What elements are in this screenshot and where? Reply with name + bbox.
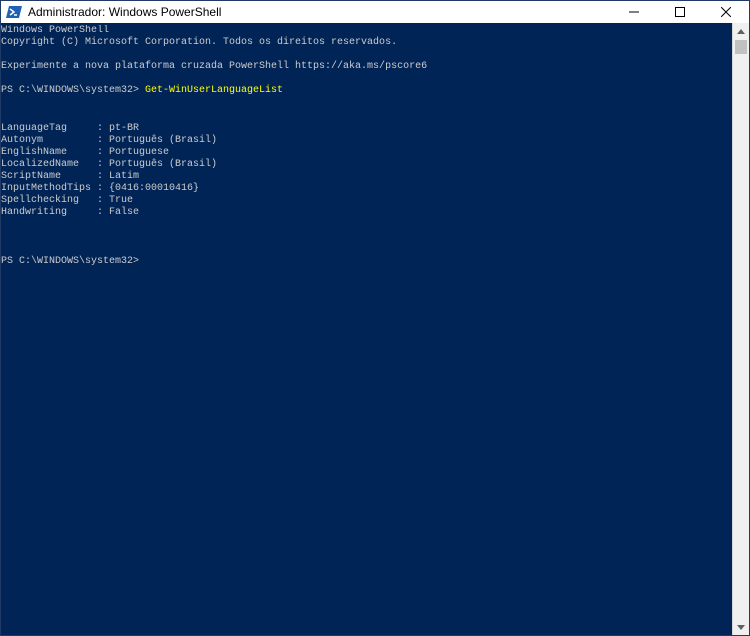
chevron-up-icon	[737, 28, 745, 34]
output-line: Handwriting : False	[1, 207, 139, 219]
output-key: LocalizedName	[1, 159, 98, 170]
output-value: : True	[97, 195, 134, 206]
output-line: Autonym : Português (Brasil)	[1, 135, 217, 147]
output-value: : Latim	[97, 171, 140, 182]
output-line: LanguageTag : pt-BR	[1, 123, 139, 135]
minimize-button[interactable]	[611, 1, 657, 23]
close-button[interactable]	[703, 1, 749, 23]
output-value: : pt-BR	[97, 123, 140, 134]
console-copyright-line: Copyright (C) Microsoft Corporation. Tod…	[1, 37, 398, 48]
chevron-down-icon	[737, 624, 745, 630]
close-icon	[721, 7, 731, 17]
maximize-button[interactable]	[657, 1, 703, 23]
vertical-scrollbar[interactable]	[732, 23, 749, 635]
minimize-icon	[629, 11, 639, 13]
output-value: : Português (Brasil)	[97, 135, 218, 146]
console-info-line: Experimente a nova plataforma cruzada Po…	[1, 61, 428, 72]
scroll-up-button[interactable]	[733, 23, 749, 39]
scroll-down-button[interactable]	[733, 619, 749, 635]
output-key: Spellchecking	[1, 195, 98, 206]
command-line: PS C:\WINDOWS\system32> Get-WinUserLangu…	[1, 85, 283, 97]
output-value: : Portuguese	[97, 147, 170, 158]
window-controls	[611, 1, 749, 23]
output-key: Handwriting	[1, 207, 98, 218]
output-value: : False	[97, 207, 140, 218]
output-line: InputMethodTips : {0416:00010416}	[1, 183, 199, 195]
output-line: ScriptName : Latim	[1, 171, 139, 183]
command-text: Get-WinUserLanguageList	[145, 85, 284, 96]
output-line: LocalizedName : Português (Brasil)	[1, 159, 217, 171]
title-bar[interactable]: Administrador: Windows PowerShell	[1, 1, 749, 23]
console-header-line: Windows PowerShell	[1, 25, 110, 36]
console-output[interactable]: Windows PowerShell Copyright (C) Microso…	[1, 25, 731, 635]
final-prompt[interactable]: PS C:\WINDOWS\system32>	[1, 256, 139, 268]
output-key: EnglishName	[1, 147, 98, 158]
output-key: Autonym	[1, 135, 98, 146]
output-key: InputMethodTips	[1, 183, 98, 194]
output-value: : {0416:00010416}	[97, 183, 200, 194]
output-line: Spellchecking : True	[1, 195, 133, 207]
maximize-icon	[675, 7, 685, 17]
prompt-text: PS C:\WINDOWS\system32>	[1, 85, 146, 96]
output-key: ScriptName	[1, 171, 98, 182]
powershell-window: Administrador: Windows PowerShell Window…	[0, 0, 750, 636]
powershell-icon[interactable]	[6, 4, 22, 20]
output-line: EnglishName : Portuguese	[1, 147, 169, 159]
window-title: Administrador: Windows PowerShell	[28, 5, 222, 19]
output-value: : Português (Brasil)	[97, 159, 218, 170]
scrollbar-thumb[interactable]	[735, 40, 747, 54]
output-key: LanguageTag	[1, 123, 98, 134]
